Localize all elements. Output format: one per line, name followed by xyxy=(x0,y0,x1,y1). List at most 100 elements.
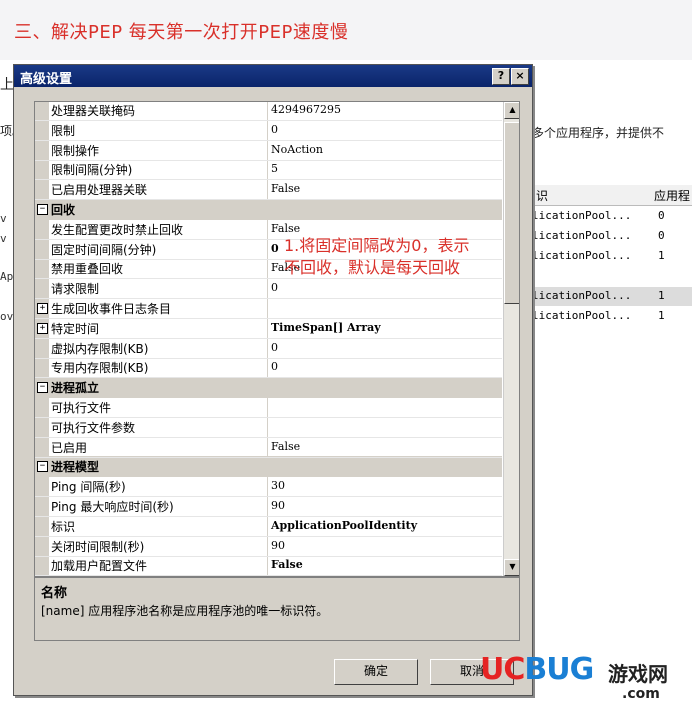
property-row[interactable]: + 特定时间 TimeSpan[] Array xyxy=(35,318,502,339)
vertical-scrollbar[interactable]: ▲ ▼ xyxy=(503,102,519,576)
column-divider xyxy=(267,120,268,140)
property-row[interactable]: Ping 最大响应时间(秒) 90 xyxy=(35,496,502,517)
property-row[interactable]: 专用内存限制(KB) 0 xyxy=(35,357,502,378)
column-divider xyxy=(267,397,268,417)
property-value[interactable]: 0 xyxy=(271,341,278,354)
row-gutter xyxy=(35,278,49,298)
property-row[interactable]: Ping 间隔(秒) 30 xyxy=(35,476,502,497)
column-divider xyxy=(267,298,268,318)
property-row[interactable]: 限制 0 xyxy=(35,120,502,141)
article-banner: 三、解决PEP 每天第一次打开PEP速度慢 xyxy=(0,0,692,60)
app-pool-list: 识 应用程 licationPool... 0 licationPool... 0 … xyxy=(532,185,692,335)
property-value[interactable]: TimeSpan[] Array xyxy=(271,321,381,334)
property-value[interactable]: 0 xyxy=(271,360,278,373)
property-value[interactable]: False xyxy=(271,558,303,571)
property-row[interactable]: 限制间隔(分钟) 5 xyxy=(35,159,502,180)
row-gutter xyxy=(35,357,49,377)
row-gutter xyxy=(35,239,49,259)
expand-icon[interactable]: + xyxy=(37,303,48,314)
property-row[interactable]: 已启用处理器关联 False xyxy=(35,179,502,200)
property-name: 已启用 xyxy=(51,441,88,455)
property-row[interactable]: 可执行文件参数 xyxy=(35,417,502,438)
property-value[interactable]: NoAction xyxy=(271,143,323,156)
property-value[interactable]: ApplicationPoolIdentity xyxy=(271,519,417,532)
property-row[interactable]: 请求限制 0 xyxy=(35,278,502,299)
list-header: 识 应用程 xyxy=(532,185,692,206)
property-row[interactable]: 处理器关联掩码 4294967295 xyxy=(35,102,502,121)
bg-fragment: ov xyxy=(0,310,14,323)
category-row[interactable]: − 回收 xyxy=(35,199,502,220)
property-row[interactable]: 限制操作 NoAction xyxy=(35,140,502,161)
property-row[interactable]: 加载用户配置文件 False xyxy=(35,555,502,576)
list-item[interactable]: licationPool... 1 xyxy=(532,247,692,266)
column-header[interactable]: 应用程 xyxy=(654,187,690,204)
property-name: 可执行文件 xyxy=(51,401,112,415)
list-item[interactable]: licationPool... 0 xyxy=(532,207,692,226)
column-divider xyxy=(267,496,268,516)
watermark-cn: 游戏网 xyxy=(608,662,668,686)
scroll-thumb[interactable] xyxy=(504,122,519,304)
dialog-title: 高级设置 xyxy=(20,72,73,87)
column-divider xyxy=(267,437,268,457)
property-name: 虚拟内存限制(KB) xyxy=(51,342,149,356)
list-item[interactable]: licationPool... 1 xyxy=(532,287,692,306)
row-gutter xyxy=(35,159,49,179)
property-row[interactable]: 虚拟内存限制(KB) 0 xyxy=(35,338,502,359)
help-button[interactable]: ? xyxy=(492,68,510,85)
column-divider xyxy=(267,318,268,338)
property-row[interactable]: 已启用 False xyxy=(35,437,502,458)
ok-button[interactable]: 确定 xyxy=(334,659,418,685)
property-name: 关闭时间限制(秒) xyxy=(51,540,145,554)
list-item[interactable]: licationPool... 0 xyxy=(532,227,692,246)
column-divider xyxy=(267,536,268,556)
property-value[interactable]: 90 xyxy=(271,539,285,552)
close-button[interactable]: × xyxy=(511,68,529,85)
property-name: 处理器关联掩码 xyxy=(51,104,136,118)
property-value[interactable]: 4294967295 xyxy=(271,103,341,116)
list-item[interactable]: licationPool... 1 xyxy=(532,307,692,326)
row-gutter xyxy=(35,496,49,516)
description-text: [name] 应用程序池名称是应用程序池的唯一标识符。 xyxy=(41,604,329,618)
bg-fragment: v xyxy=(0,212,7,225)
property-value[interactable]: False xyxy=(271,440,300,453)
column-header[interactable]: 识 xyxy=(536,187,548,204)
scroll-up-button[interactable]: ▲ xyxy=(504,102,519,119)
property-value[interactable]: False xyxy=(271,222,300,235)
collapse-icon[interactable]: − xyxy=(37,204,48,215)
scroll-down-button[interactable]: ▼ xyxy=(504,559,519,576)
expand-icon[interactable]: + xyxy=(37,323,48,334)
row-gutter xyxy=(35,120,49,140)
property-value[interactable]: 0 xyxy=(271,281,278,294)
column-divider xyxy=(267,159,268,179)
property-row[interactable]: 关闭时间限制(秒) 90 xyxy=(35,536,502,557)
collapse-icon[interactable]: − xyxy=(37,461,48,472)
property-name: 限制 xyxy=(51,124,76,138)
property-value[interactable]: 0 xyxy=(271,123,278,136)
collapse-icon[interactable]: − xyxy=(37,382,48,393)
column-divider xyxy=(267,338,268,358)
bg-fragment: 上 xyxy=(0,77,14,93)
row-gutter xyxy=(35,140,49,160)
category-label: 进程模型 xyxy=(51,460,100,474)
property-name: 专用内存限制(KB) xyxy=(51,361,149,375)
row-gutter xyxy=(35,179,49,199)
category-row[interactable]: − 进程孤立 xyxy=(35,377,502,398)
dialog-titlebar[interactable]: 高级设置 ? × xyxy=(14,65,532,87)
property-value[interactable]: 0 xyxy=(271,242,279,255)
category-row[interactable]: − 进程模型 xyxy=(35,456,502,477)
property-value[interactable]: 5 xyxy=(271,162,278,175)
column-divider xyxy=(267,278,268,298)
property-row[interactable]: + 生成回收事件日志条目 xyxy=(35,298,502,319)
property-name: 已启用处理器关联 xyxy=(51,183,148,197)
property-row[interactable]: 标识 ApplicationPoolIdentity xyxy=(35,516,502,537)
property-name: 可执行文件参数 xyxy=(51,421,136,435)
property-value[interactable]: 30 xyxy=(271,479,285,492)
property-name: Ping 间隔(秒) xyxy=(51,480,126,494)
column-divider xyxy=(267,219,268,239)
column-divider xyxy=(267,140,268,160)
property-value[interactable]: 90 xyxy=(271,499,285,512)
property-row[interactable]: 可执行文件 xyxy=(35,397,502,418)
property-value[interactable]: False xyxy=(271,182,300,195)
column-divider xyxy=(267,239,268,259)
site-watermark: UCBUG 游戏网 .com xyxy=(480,648,690,710)
